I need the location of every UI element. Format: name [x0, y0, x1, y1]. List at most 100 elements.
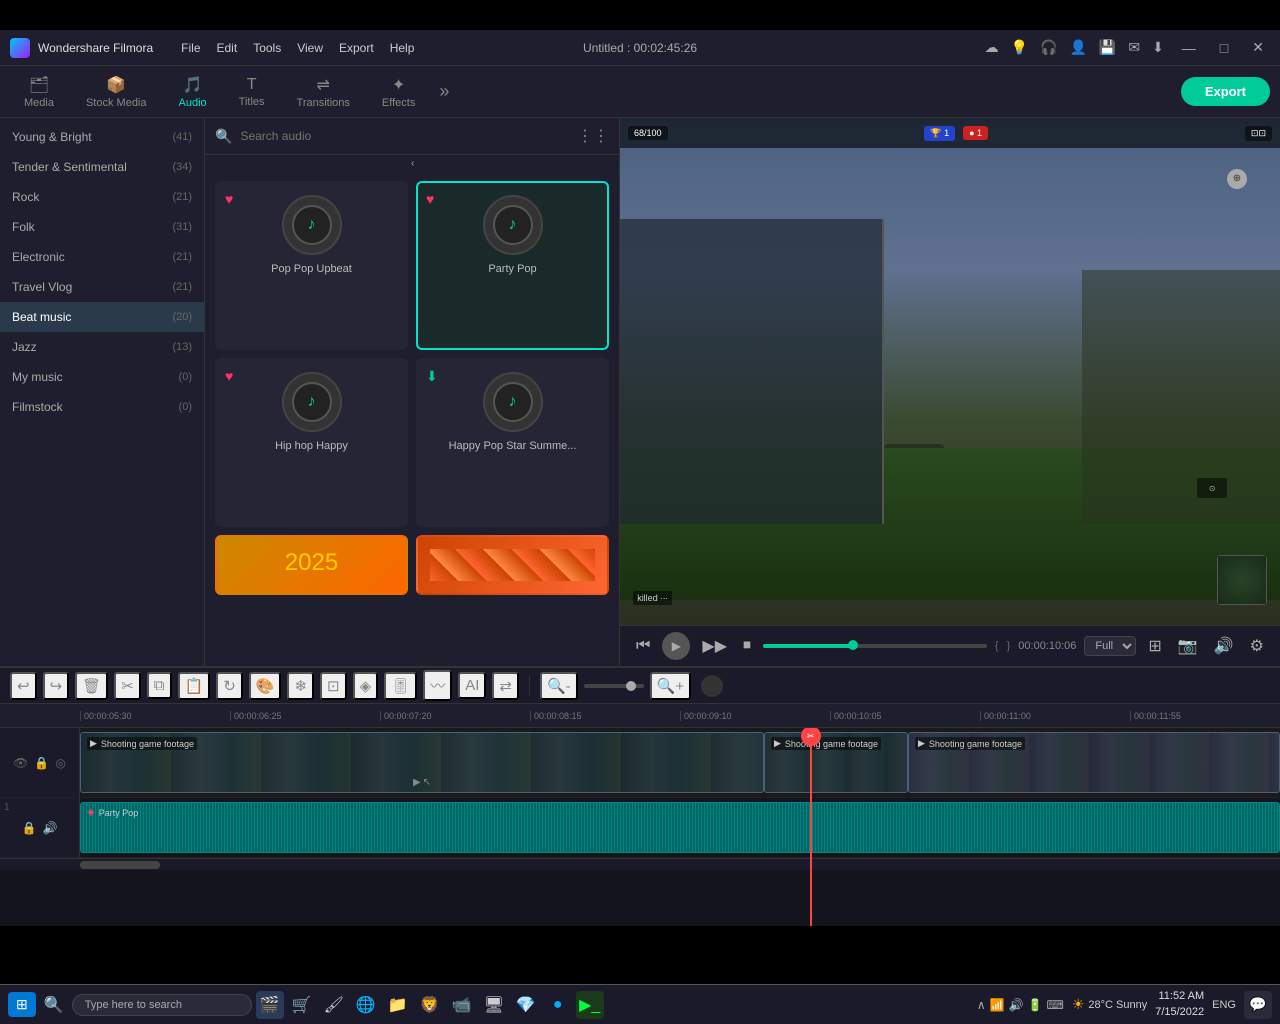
menu-edit[interactable]: Edit: [217, 41, 238, 55]
category-my-music[interactable]: My music (0): [0, 362, 204, 392]
scrollbar-thumb[interactable]: [80, 861, 160, 869]
menu-export[interactable]: Export: [339, 41, 374, 55]
taskbar-search[interactable]: Type here to search: [72, 994, 252, 1016]
scroll-back-button[interactable]: ‹: [411, 158, 414, 169]
zoom-slider[interactable]: [584, 684, 644, 688]
audio-card-hip-hop[interactable]: ♥ ♪ Hip hop Happy: [215, 358, 408, 527]
download-icon[interactable]: ⬇: [1152, 39, 1164, 56]
start-button[interactable]: ⊞: [8, 992, 36, 1017]
menu-view[interactable]: View: [297, 41, 323, 55]
taskbar-chrome-icon[interactable]: 🌐: [352, 991, 380, 1019]
maximize-button[interactable]: □: [1214, 38, 1234, 58]
category-jazz[interactable]: Jazz (13): [0, 332, 204, 362]
play-forward-button[interactable]: ▶▶: [698, 634, 731, 658]
settings-button[interactable]: ⚙: [1246, 634, 1268, 658]
redo-button[interactable]: ↪: [43, 672, 70, 700]
headset-icon[interactable]: 🎧: [1040, 39, 1057, 56]
audio-track-content[interactable]: ◈ Party Pop: [80, 798, 1280, 857]
quality-select[interactable]: Full 1/2 1/4: [1084, 636, 1136, 656]
taskbar-search-icon[interactable]: 🔍: [40, 991, 68, 1019]
tab-transitions[interactable]: ⇌ Transitions: [283, 71, 364, 113]
copy-button[interactable]: ⧉: [147, 672, 172, 699]
stop-button[interactable]: ⏹: [739, 635, 755, 657]
timeline-scrollbar[interactable]: [0, 858, 1280, 870]
category-young-bright[interactable]: Young & Bright (41): [0, 122, 204, 152]
category-filmstock[interactable]: Filmstock (0): [0, 392, 204, 422]
close-button[interactable]: ✕: [1246, 37, 1270, 58]
video-clip-3[interactable]: ▶ Shooting game footage: [908, 732, 1280, 793]
bulb-icon[interactable]: 💡: [1011, 39, 1028, 56]
category-beat-music[interactable]: Beat music (20): [0, 302, 204, 332]
video-clip-1[interactable]: ▶ Shooting game footage ▶ ↖: [80, 732, 764, 793]
taskbar-terminal-icon[interactable]: ▶_: [576, 991, 604, 1019]
undo-button[interactable]: ↩: [10, 672, 37, 700]
more-tl-button[interactable]: ⇄: [492, 672, 519, 700]
audio-adjust-button[interactable]: 🎚: [384, 672, 417, 700]
audio-track-mute-icon[interactable]: 🔊: [43, 821, 58, 835]
tab-effects[interactable]: ✦ Effects: [368, 71, 429, 113]
split-view-button[interactable]: ⊞: [1144, 634, 1165, 658]
audio-card-party-pop[interactable]: ♥ ♪ Party Pop: [416, 181, 609, 350]
grid-toggle-button[interactable]: ⋮⋮: [577, 126, 609, 146]
tray-expand-icon[interactable]: ∧: [977, 998, 986, 1012]
progress-bar[interactable]: [763, 644, 987, 648]
taskbar-brave-icon[interactable]: 🦁: [416, 991, 444, 1019]
skip-back-button[interactable]: ⏮: [632, 635, 654, 657]
timeline-tracks[interactable]: ✂ 👁 🔒 ◎ ▶ Shooting game footage: [0, 728, 1280, 926]
tray-network-icon[interactable]: 📶: [990, 998, 1005, 1012]
video-track-content[interactable]: ▶ Shooting game footage ▶ ↖ ▶ Sh: [80, 728, 1280, 797]
audio-card-happy-pop[interactable]: ⬇ ♪ Happy Pop Star Summe...: [416, 358, 609, 527]
cloud-icon[interactable]: ☁: [985, 39, 999, 56]
volume-button[interactable]: 🔊: [1210, 634, 1238, 658]
play-pause-button[interactable]: ▶: [662, 632, 690, 660]
category-tender[interactable]: Tender & Sentimental (34): [0, 152, 204, 182]
category-travel-vlog[interactable]: Travel Vlog (21): [0, 272, 204, 302]
video-track-lock-icon[interactable]: 🔒: [34, 756, 49, 770]
tray-keyboard-icon[interactable]: ⌨: [1047, 998, 1064, 1012]
ai-button[interactable]: AI: [458, 672, 486, 699]
minimize-button[interactable]: —: [1176, 38, 1202, 58]
category-electronic[interactable]: Electronic (21): [0, 242, 204, 272]
taskbar-app7-icon[interactable]: ●: [544, 991, 572, 1019]
tab-audio[interactable]: 🎵 Audio: [165, 71, 221, 113]
crop-button[interactable]: ⊡: [320, 672, 347, 700]
save-icon[interactable]: 💾: [1099, 39, 1116, 56]
taskbar-paint-icon[interactable]: 🖌: [320, 991, 348, 1019]
zoom-in-button[interactable]: 🔍+: [650, 672, 691, 700]
taskbar-app5-icon[interactable]: 🖥: [480, 991, 508, 1019]
user-icon[interactable]: 👤: [1069, 39, 1086, 56]
color-button[interactable]: 🎨: [249, 672, 282, 700]
taskbar-meet-icon[interactable]: 📹: [448, 991, 476, 1019]
audio-clip-party-pop[interactable]: ◈ Party Pop: [80, 802, 1280, 853]
category-folk[interactable]: Folk (31): [0, 212, 204, 242]
taskbar-filmora-icon[interactable]: 🎬: [256, 991, 284, 1019]
screenshot-button[interactable]: 📷: [1174, 634, 1202, 658]
zoom-out-button[interactable]: 🔍-: [540, 672, 578, 700]
add-track-button[interactable]: [701, 675, 723, 697]
freeze-button[interactable]: ❄: [287, 672, 314, 700]
tray-volume-icon[interactable]: 🔊: [1009, 998, 1024, 1012]
tab-stock-media[interactable]: 📦 Stock Media: [72, 71, 161, 113]
audio-card-pop-pop-upbeat[interactable]: ♥ ♪ Pop Pop Upbeat: [215, 181, 408, 350]
export-button[interactable]: Export: [1181, 77, 1270, 106]
keyframe-button[interactable]: ◈: [353, 672, 379, 700]
clock-area[interactable]: 11:52 AM 7/15/2022: [1155, 989, 1204, 1020]
video-track-eye-icon[interactable]: 👁: [13, 756, 28, 770]
menu-tools[interactable]: Tools: [253, 41, 281, 55]
delete-button[interactable]: 🗑: [75, 672, 108, 700]
more-tabs-button[interactable]: »: [433, 81, 455, 102]
search-input[interactable]: [240, 129, 569, 143]
mail-icon[interactable]: ✉: [1128, 39, 1140, 56]
cut-button[interactable]: ✂: [114, 672, 141, 700]
video-track-visibility-icon[interactable]: ◎: [55, 756, 65, 770]
tab-titles[interactable]: T Titles: [225, 72, 279, 112]
tab-media[interactable]: 🗂 Media: [10, 71, 68, 113]
menu-file[interactable]: File: [181, 41, 200, 55]
ripple-button[interactable]: 〰: [423, 670, 452, 701]
audio-card-extra2[interactable]: [416, 535, 609, 595]
language-indicator[interactable]: ENG: [1212, 999, 1236, 1011]
audio-track-lock-icon[interactable]: 🔒: [22, 821, 37, 835]
menu-help[interactable]: Help: [390, 41, 415, 55]
category-rock[interactable]: Rock (21): [0, 182, 204, 212]
notification-button[interactable]: 💬: [1244, 991, 1272, 1019]
